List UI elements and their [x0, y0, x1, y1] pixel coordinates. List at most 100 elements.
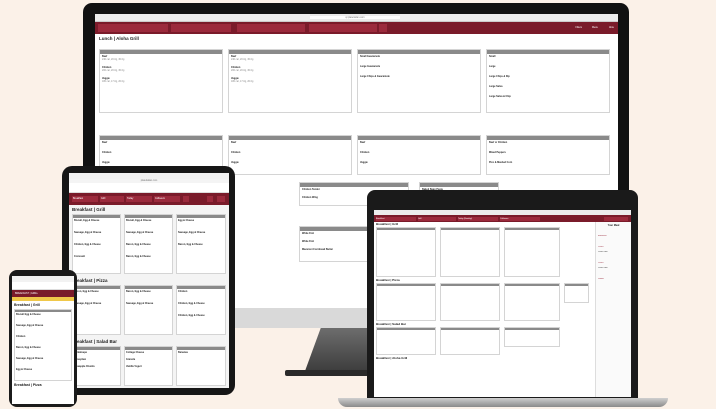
section-title: Breakfast | Pizza [72, 278, 108, 283]
sidebar-item[interactable]: Lunch Grill [598, 267, 629, 270]
menu-item-name[interactable]: Beef [102, 141, 220, 144]
menu-item-name[interactable]: Veggie [231, 161, 349, 164]
menu-item-name[interactable]: Honeydew [74, 358, 119, 361]
menu-item-name[interactable]: Bacon, Egg & Cheese [74, 290, 119, 293]
menu-item-name[interactable]: Large [489, 65, 607, 68]
menu-item-name[interactable]: Bacon, Egg & Cheese [126, 255, 171, 258]
menu-item-name[interactable]: Bananas [178, 351, 224, 354]
sidebar-item[interactable]: Dinner [598, 278, 629, 281]
location-select[interactable] [171, 24, 231, 32]
menu-item-name[interactable]: Sausage, Egg & Cheese [74, 231, 119, 234]
menu-item-name[interactable]: Vanilla Yogurt [126, 365, 171, 368]
menu-item-name[interactable]: Large Guacamole [360, 65, 478, 68]
menu-item-name[interactable]: Biscuit, Egg & Cheese [126, 219, 171, 222]
menu-item-name[interactable]: Cottage Cheese [126, 351, 171, 354]
menu-item-name[interactable]: Small Guacamole [360, 55, 478, 58]
browser-chrome: qr.plateitalian.com [95, 14, 618, 29]
date-select[interactable]: Today [126, 196, 152, 202]
menu-item-name[interactable]: Biscuit, Egg & Cheese [74, 219, 119, 222]
menu-item-name[interactable]: Egg & Cheese [16, 368, 70, 371]
menu-card: Biscuit, Egg & Cheese Sausage, Egg & Che… [72, 214, 121, 274]
menu-item-name[interactable]: Pineapple Chunks [74, 365, 119, 368]
menu-item-name[interactable]: Bacon, Egg & Cheese [126, 243, 171, 246]
menu-icon[interactable] [217, 196, 225, 202]
toolbar-plus-button[interactable] [183, 196, 189, 202]
menu-item-name[interactable]: Chicken [178, 290, 224, 293]
more-button[interactable] [604, 217, 628, 221]
menu-item-name[interactable]: Egg & Cheese [178, 219, 224, 222]
more-button[interactable]: More [609, 26, 614, 29]
menu-item-name[interactable]: Sausage, Egg & Cheese [126, 231, 171, 234]
date-select[interactable] [237, 24, 305, 32]
tablet-grid-2: Bacon, Egg & Cheese Sausage, Egg & Chees… [69, 285, 229, 337]
laptop-grid-1 [376, 227, 591, 279]
menu-card: Egg & Cheese Sausage, Egg & Cheese Bacon… [176, 214, 226, 274]
sidebar-title: Your Meal [607, 224, 620, 227]
menu-item-name[interactable]: Biscuit Egg & Cheese [16, 313, 70, 316]
menu-item-name[interactable]: Cantaloupe [74, 351, 119, 354]
menu-card: Beef or Chicken Mixed Peppers Pico & Mas… [486, 135, 610, 175]
section-title: Breakfast | Pizza [14, 383, 42, 387]
menu-item-name[interactable]: Croissant [74, 255, 119, 258]
menu-item-name[interactable]: Bacon, Egg & Cheese [126, 290, 171, 293]
menu-card: Beef 240 cal, 20.0g, 30.0g Chicken 200 c… [99, 49, 223, 113]
menu-item-name[interactable]: Chicken, Egg & Cheese [178, 302, 224, 305]
phone-banner[interactable]: BREAKFAST | GRILL [12, 290, 74, 297]
menu-item-name[interactable]: Sausage, Egg & Cheese [126, 302, 171, 305]
menu-item-name[interactable]: Large Chips & Guacamole [360, 75, 478, 78]
menu-item-name[interactable]: Veggie [102, 161, 220, 164]
toolbar-plus-button[interactable] [379, 24, 387, 32]
menu-item-name[interactable]: Sausage, Egg & Cheese [178, 231, 224, 234]
sidebar-item[interactable]: Lunch [598, 262, 629, 265]
location-select[interactable]: Grill [418, 217, 456, 221]
menu-item-name[interactable]: Sausage, Egg & Cheese [74, 302, 119, 305]
sidebar-item[interactable]: Lunch [598, 246, 629, 249]
app-toolbar: Breakfast Grill Today (Sunday) Collseum [374, 215, 631, 222]
venue-select[interactable]: Collseum [154, 196, 180, 202]
meal-select[interactable] [98, 24, 168, 32]
menu-item-name[interactable]: Sausage, Egg & Cheese [16, 357, 70, 360]
venue-select[interactable]: Collseum [500, 217, 540, 221]
menu-item-name[interactable]: Mixed Peppers [489, 151, 607, 154]
menu-item-name[interactable]: Bacon, Egg & Cheese [178, 243, 224, 246]
menu-item-name[interactable]: Beef [231, 141, 349, 144]
menu-card: Small Large Large Chips & Dip Large Sals… [486, 49, 610, 113]
menu-item-name[interactable]: Chicken [16, 335, 70, 338]
menu-item-name[interactable]: Pico & Mashed Corn [489, 161, 607, 164]
menu-item-name[interactable]: Veggie [360, 161, 478, 164]
sidebar-item[interactable]: Lunch Grill [598, 251, 629, 254]
menu-item-name[interactable]: Chicken, Egg & Cheese [178, 314, 224, 317]
laptop-grid-3 [376, 327, 591, 357]
meal-select[interactable]: Breakfast [72, 196, 98, 202]
menu-item-name[interactable]: Chicken [102, 151, 220, 154]
menu-item-name[interactable]: Small [489, 55, 607, 58]
sidebar-item[interactable]: Breakfast [598, 235, 629, 238]
menu-item-name[interactable]: Sausage, Egg & Cheese [16, 324, 70, 327]
menu-item-name[interactable]: Bacon, Egg & Cheese [16, 346, 70, 349]
filter-icon[interactable] [207, 196, 213, 202]
filters-button[interactable]: Filters [575, 26, 582, 29]
menu-button[interactable]: Menu [592, 26, 598, 29]
menu-item-name[interactable]: Chicken [231, 151, 349, 154]
menu-item-name[interactable]: Granola [126, 358, 171, 361]
laptop-main: Breakfast | Grill Breakfast | Pizza Brea… [376, 223, 591, 397]
menu-item-name[interactable]: Large Salsa & Chip [489, 95, 607, 98]
laptop-screen: Breakfast Grill Today (Sunday) Collseum … [374, 210, 631, 397]
meal-select[interactable]: Breakfast [376, 217, 416, 221]
menu-card: Bacon, Egg & Cheese Sausage, Egg & Chees… [72, 285, 121, 335]
menu-item-name[interactable]: Large Chips & Dip [489, 75, 607, 78]
address-bar[interactable]: qr.plateitalian.com [310, 16, 400, 19]
menu-item-nutrition: 180 cal, 17.0g, 20.0g [102, 80, 125, 83]
date-select[interactable]: Today (Sunday) [458, 217, 498, 221]
section-title: Breakfast | Grill [72, 207, 106, 212]
menu-item-name[interactable]: Beef or Chicken [489, 141, 607, 144]
tablet-screen: plateitalian.com Breakfast Grill Today C… [69, 173, 229, 388]
menu-card: Chicken Chicken, Egg & Cheese Chicken, E… [176, 285, 226, 335]
venue-select[interactable] [309, 24, 377, 32]
section-title: Breakfast | Aloha Grill [376, 357, 408, 360]
menu-item-name[interactable]: Chicken, Egg & Cheese [74, 243, 119, 246]
menu-item-name[interactable]: Large Salsa [489, 85, 607, 88]
menu-item-name[interactable]: Chicken [360, 151, 478, 154]
location-select[interactable]: Grill [100, 196, 124, 202]
menu-item-name[interactable]: Beef [360, 141, 478, 144]
